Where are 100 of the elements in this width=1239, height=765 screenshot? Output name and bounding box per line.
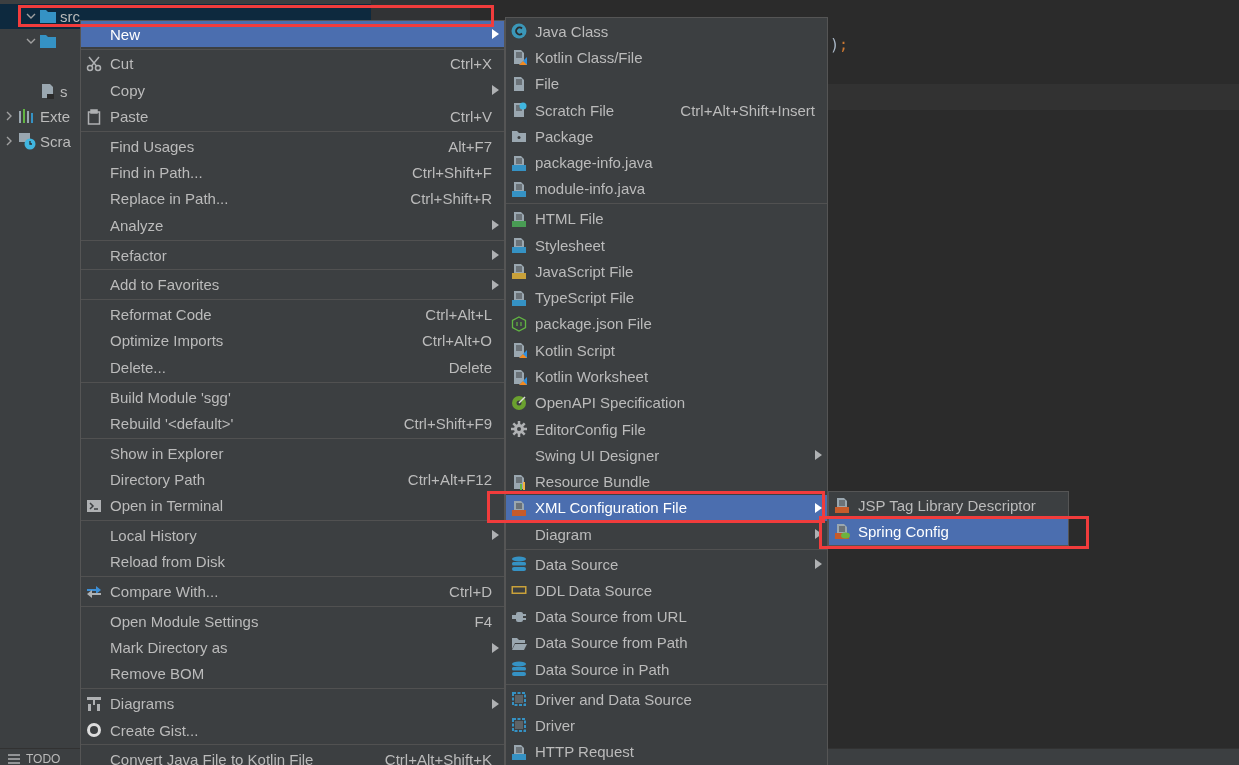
clock-document-icon [18, 132, 36, 150]
menu-item[interactable]: Mark Directory as [81, 634, 504, 661]
menu-item[interactable]: HTML File [506, 205, 827, 232]
scissors-icon [86, 55, 102, 72]
menu-item[interactable]: Open Module Settings F4 [81, 608, 504, 635]
clipboard-icon [86, 108, 102, 125]
menu-item[interactable]: HTTP Request [506, 738, 827, 765]
menu-item[interactable]: File [506, 70, 827, 97]
menu-item[interactable]: Data Source [506, 550, 827, 578]
menu-item[interactable]: Spring Config [829, 518, 1068, 545]
menu-item[interactable]: Scratch File Ctrl+Alt+Shift+Insert [506, 96, 827, 124]
menu-item[interactable]: Diagrams [81, 690, 504, 717]
menu-item[interactable]: Kotlin Script [506, 337, 827, 364]
menu-item[interactable]: Convert Java File to Kotlin File Ctrl+Alt+Shift+K [81, 746, 504, 765]
circle-icon [86, 722, 102, 739]
tree-item-label[interactable]: s [60, 82, 68, 100]
menu-item[interactable]: OpenAPI Specification [506, 389, 827, 416]
chevron-icon[interactable] [26, 36, 36, 46]
menu-item[interactable]: Resource Bundle [506, 468, 827, 495]
submenu-arrow-icon [815, 559, 822, 570]
menu-item[interactable]: Compare With... Ctrl+D [81, 578, 504, 605]
submenu-arrow-icon [492, 220, 499, 231]
menu-item[interactable]: DDL Data Source [506, 577, 827, 604]
shortcut-label: Ctrl+Alt+Shift+K [383, 751, 492, 765]
document-icon [511, 154, 527, 171]
shortcut-label: Ctrl+Alt+F12 [406, 470, 492, 488]
document-icon [511, 237, 527, 253]
menu-item[interactable]: Find in Path... Ctrl+Shift+F [81, 159, 504, 186]
folder-icon [40, 9, 56, 23]
menu-item[interactable]: Diagram [506, 521, 827, 548]
dashed-square-icon [511, 717, 527, 734]
menu-item[interactable]: Stylesheet [506, 231, 827, 259]
terminal-icon [86, 497, 102, 514]
menu-item[interactable]: Driver and Data Source [506, 685, 827, 713]
menu-item[interactable]: Remove BOM [81, 660, 504, 688]
menu-item[interactable]: Find Usages Alt+F7 [81, 133, 504, 160]
submenu-arrow-icon [492, 279, 499, 290]
tree-item-label[interactable]: src [60, 7, 80, 25]
menu-item[interactable]: Analyze [81, 212, 504, 239]
submenu-arrow-icon [492, 85, 499, 96]
code-line: ); [830, 36, 849, 54]
chevron-icon[interactable] [4, 136, 14, 146]
document-icon [511, 342, 527, 359]
menu-item[interactable]: Delete... Delete [81, 354, 504, 381]
document-icon [511, 289, 527, 306]
tree-item-label[interactable]: Exte [40, 107, 70, 125]
chevron-icon[interactable] [26, 11, 36, 21]
shortcut-label: Ctrl+X [448, 55, 492, 73]
menu-item[interactable]: New [81, 21, 504, 48]
menu-item[interactable]: Reformat Code Ctrl+Alt+L [81, 301, 504, 328]
menu-item[interactable]: Rebuild '<default>' Ctrl+Shift+F9 [81, 410, 504, 437]
tool-window-tab[interactable]: TODO [8, 749, 61, 765]
menu-item[interactable]: Create Gist... [81, 716, 504, 744]
menu-item[interactable]: TypeScript File [506, 284, 827, 311]
menu-item[interactable]: Refactor [81, 241, 504, 269]
menu-item[interactable]: Swing UI Designer [506, 442, 827, 469]
menu-item[interactable]: Copy [81, 77, 504, 104]
menu-item[interactable]: EditorConfig File [506, 415, 827, 443]
dashed-square-icon [511, 691, 527, 708]
menu-item[interactable]: Reload from Disk [81, 548, 504, 575]
menu-item[interactable]: Build Module 'sgg' [81, 383, 504, 411]
shortcut-label: Ctrl+Alt+Shift+Insert [679, 101, 815, 119]
menu-item[interactable]: Package [506, 123, 827, 150]
bar-chart-icon [18, 108, 36, 124]
menu-item[interactable]: Open in Terminal [81, 492, 504, 519]
class-icon [511, 23, 527, 40]
menu-item[interactable]: Cut Ctrl+X [81, 50, 504, 78]
submenu-arrow-icon [492, 29, 499, 40]
menu-item[interactable]: Kotlin Worksheet [506, 363, 827, 390]
menu-item[interactable]: Data Source from Path [506, 629, 827, 657]
menu-item[interactable]: Driver [506, 712, 827, 739]
menu-item[interactable]: JSP Tag Library Descriptor [829, 492, 1068, 519]
hexagon-icon [511, 315, 527, 332]
shortcut-label: F4 [473, 612, 492, 630]
submenu-arrow-icon [815, 450, 822, 461]
chevron-icon[interactable] [4, 111, 14, 121]
submenu-arrow-icon [815, 503, 822, 513]
menu-item[interactable]: package-info.java [506, 149, 827, 176]
menu-item[interactable]: Show in Explorer [81, 439, 504, 467]
menu-item[interactable]: package.json File [506, 310, 827, 338]
tree-item-label[interactable]: Scra [40, 132, 71, 150]
menu-item[interactable]: Optimize Imports Ctrl+Alt+O [81, 327, 504, 355]
gear-icon [511, 421, 527, 438]
shortcut-label: Alt+F7 [447, 137, 492, 155]
menu-item[interactable]: Data Source in Path [506, 656, 827, 683]
menu-item[interactable]: XML Configuration File [506, 494, 827, 522]
folder-icon [40, 34, 56, 48]
shortcut-label: Ctrl+D [448, 583, 492, 601]
menu-item[interactable]: Kotlin Class/File [506, 44, 827, 71]
menu-item[interactable]: Local History [81, 522, 504, 549]
document-icon [511, 75, 527, 92]
menu-item[interactable]: Directory Path Ctrl+Alt+F12 [81, 466, 504, 493]
menu-item[interactable]: Data Source from URL [506, 603, 827, 630]
menu-item[interactable]: JavaScript File [506, 258, 827, 285]
menu-item[interactable]: Add to Favorites [81, 271, 504, 298]
menu-item[interactable]: module-info.java [506, 175, 827, 203]
shortcut-label: Ctrl+Shift+F [410, 164, 492, 182]
menu-item[interactable]: Paste Ctrl+V [81, 103, 504, 130]
menu-item[interactable]: Java Class [506, 18, 827, 45]
menu-item[interactable]: Replace in Path... Ctrl+Shift+R [81, 185, 504, 213]
